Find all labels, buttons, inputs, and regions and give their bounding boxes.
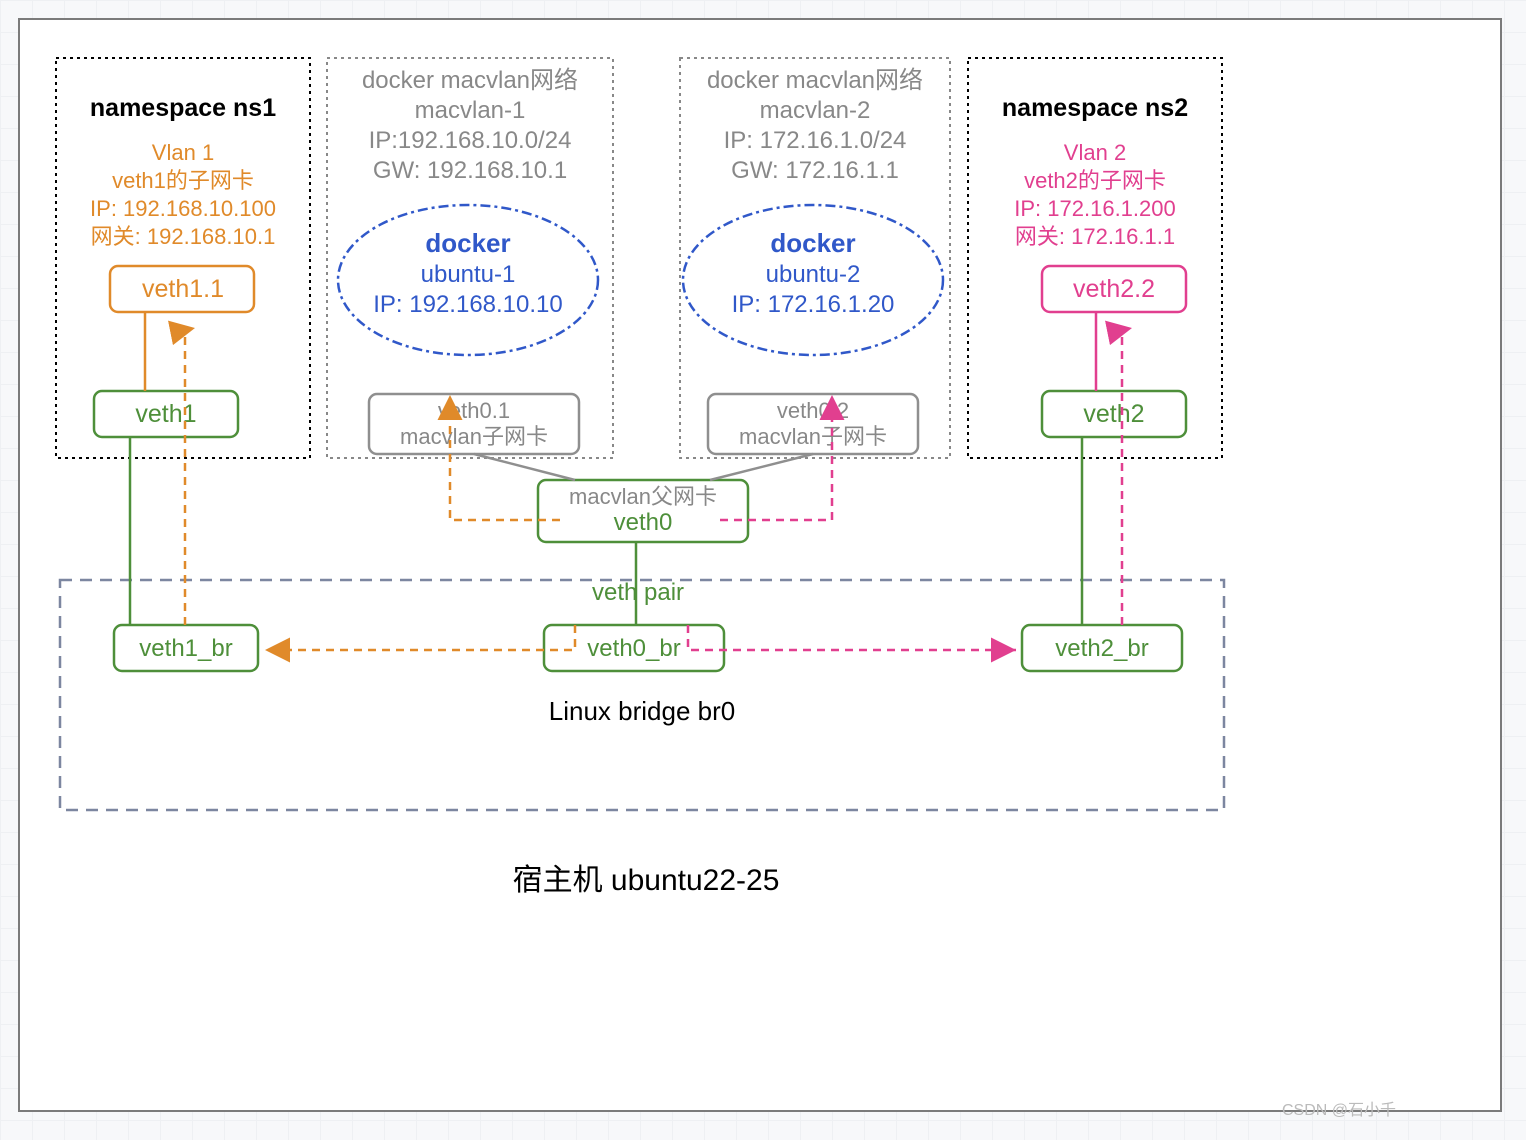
veth-pair-label: veth pair [592, 579, 684, 606]
mvnet2-container-ip: IP: 172.16.1.20 [732, 291, 895, 318]
ns1-subif: veth1.1 [142, 275, 224, 303]
link-parent-sub1 [474, 454, 575, 480]
mvnet2-gw: GW: 172.16.1.1 [731, 157, 899, 184]
mvnet2-title: docker macvlan网络 [707, 67, 923, 94]
link-parent-sub2 [710, 454, 813, 480]
mvnet1-title: docker macvlan网络 [362, 67, 578, 94]
flow-orange-left [265, 625, 575, 650]
mvnet1-subif-name: veth0.1 [438, 398, 510, 423]
br-port1: veth1_br [139, 635, 232, 662]
br-port2: veth2_br [1055, 635, 1148, 662]
ns1-vlan-title: Vlan 1 [152, 140, 214, 165]
ns2-vlan-sub: veth2的子网卡 [1024, 168, 1166, 193]
ns2-vlan-gw: 网关: 172.16.1.1 [1015, 224, 1175, 249]
ns2-subif: veth2.2 [1073, 275, 1155, 303]
host-label: 宿主机 ubuntu22-25 [513, 864, 780, 897]
mvnet1-subif-desc: macvlan子网卡 [400, 424, 548, 449]
mvnet2-container: ubuntu-2 [766, 261, 861, 288]
mvnet2-docker: docker [770, 228, 855, 258]
mvnet1-container: ubuntu-1 [421, 261, 516, 288]
mvnet1-docker: docker [425, 228, 510, 258]
mvnet1-container-ip: IP: 192.168.10.10 [373, 291, 563, 318]
mvnet1-gw: GW: 192.168.10.1 [373, 157, 567, 184]
bridge-box [60, 580, 1224, 810]
mvnet2-ip: IP: 172.16.1.0/24 [724, 127, 907, 154]
br-port0: veth0_br [587, 635, 680, 662]
ns1-if: veth1 [135, 400, 196, 428]
watermark: CSDN @石小千 [1282, 1096, 1396, 1120]
parent-name: veth0 [614, 509, 673, 536]
ns2-vlan-ip: IP: 172.16.1.200 [1014, 196, 1175, 221]
ns1-vlan-gw: 网关: 192.168.10.1 [91, 224, 276, 249]
ns1-vlan-sub: veth1的子网卡 [112, 168, 254, 193]
ns1-title: namespace ns1 [90, 94, 276, 122]
diagram-svg: namespace ns1 Vlan 1 veth1的子网卡 IP: 192.1… [20, 20, 1500, 1110]
flow-pink-right [688, 625, 1016, 650]
mvnet2-subif-desc: macvlan子网卡 [739, 424, 887, 449]
bridge-label: Linux bridge br0 [549, 696, 735, 726]
parent-desc: macvlan父网卡 [569, 484, 717, 509]
diagram-canvas: namespace ns1 Vlan 1 veth1的子网卡 IP: 192.1… [18, 18, 1502, 1112]
mvnet2-name: macvlan-2 [760, 97, 871, 124]
mvnet2-subif-name: veth0.2 [777, 398, 849, 423]
ns1-vlan-ip: IP: 192.168.10.100 [90, 196, 276, 221]
ns2-title: namespace ns2 [1002, 94, 1188, 122]
ns2-if: veth2 [1083, 400, 1144, 428]
mvnet1-name: macvlan-1 [415, 97, 526, 124]
ns2-vlan-title: Vlan 2 [1064, 140, 1126, 165]
mvnet1-ip: IP:192.168.10.0/24 [369, 127, 572, 154]
